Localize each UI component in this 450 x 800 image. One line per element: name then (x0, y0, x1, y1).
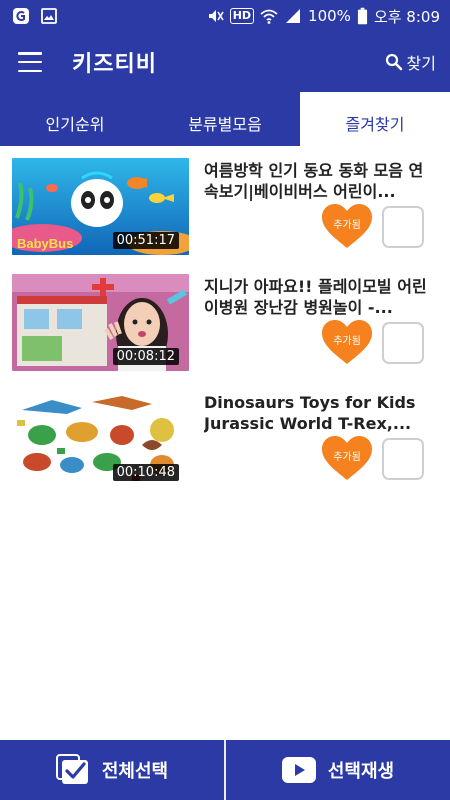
tab-categories[interactable]: 분류별모음 (150, 92, 300, 146)
video-thumbnail[interactable]: 00:08:12 (12, 274, 189, 371)
video-thumbnail[interactable]: BabyBus 00:51:17 (12, 158, 189, 255)
play-selected-label: 선택재생 (327, 761, 395, 782)
app-notification-icon (13, 8, 29, 24)
play-selected-button[interactable]: 선택재생 (226, 740, 450, 800)
video-list: BabyBus 00:51:17 여름방학 인기 동요 동화 모음 연속보기|베… (0, 146, 450, 494)
battery-percent: 100% (308, 7, 351, 25)
app-title: 키즈티비 (72, 52, 157, 77)
clock: 오후 8:09 (373, 7, 440, 26)
tab-bar: 인기순위 분류별모음 즐겨찾기 (0, 92, 450, 146)
favorite-label: 추가됨 (333, 336, 361, 347)
video-title[interactable]: 여름방학 인기 동요 동화 모음 연속보기|베이비버스 어린이... (204, 160, 430, 202)
select-checkbox[interactable] (382, 206, 424, 248)
status-left (0, 7, 58, 25)
favorite-label: 추가됨 (333, 452, 361, 463)
favorite-label: 추가됨 (333, 220, 361, 231)
video-duration: 00:51:17 (112, 232, 179, 249)
app-bar: 키즈티비 찾기 (0, 32, 450, 92)
select-all-button[interactable]: 전체선택 (0, 740, 224, 800)
search-icon (385, 53, 402, 71)
search-button[interactable]: 찾기 (385, 50, 436, 74)
video-item[interactable]: 00:10:48 Dinosaurs Toys for Kids Jurassi… (0, 378, 450, 494)
video-item[interactable]: 00:08:12 지니가 아파요!! 플레이모빌 어린이병원 장난감 병원놀이 … (0, 262, 450, 378)
tab-favorites[interactable]: 즐겨찾기 (300, 92, 450, 146)
babybus-logo: BabyBus (17, 236, 73, 251)
bottom-action-bar: 전체선택 선택재생 (0, 740, 450, 800)
video-duration: 00:08:12 (112, 348, 179, 365)
select-checkbox[interactable] (382, 438, 424, 480)
select-checkbox[interactable] (382, 322, 424, 364)
video-item[interactable]: BabyBus 00:51:17 여름방학 인기 동요 동화 모음 연속보기|베… (0, 146, 450, 262)
favorite-heart-button[interactable]: 추가됨 (322, 436, 372, 482)
screen: HD 100% 오후 8:09 키즈티비 찾기 인기순위 분류별모음 즐겨찾기 … (0, 0, 450, 800)
select-all-label: 전체선택 (101, 761, 169, 782)
video-title[interactable]: Dinosaurs Toys for Kids Jurassic World T… (204, 392, 430, 434)
video-title[interactable]: 지니가 아파요!! 플레이모빌 어린이병원 장난감 병원놀이 -... (204, 276, 430, 318)
favorite-heart-button[interactable]: 추가됨 (322, 320, 372, 366)
play-icon (281, 757, 316, 783)
bottom-divider (224, 740, 226, 800)
mute-icon (208, 10, 224, 22)
tab-popular[interactable]: 인기순위 (0, 92, 150, 146)
wifi-icon (260, 9, 278, 24)
hamburger-menu-icon[interactable] (18, 52, 42, 72)
status-bar: HD 100% 오후 8:09 (0, 0, 450, 32)
search-label: 찾기 (406, 54, 436, 73)
signal-icon (286, 9, 301, 23)
battery-icon (357, 7, 368, 25)
checkbox-checked-icon (55, 754, 88, 784)
image-icon (41, 8, 57, 24)
favorite-heart-button[interactable]: 추가됨 (322, 204, 372, 250)
video-duration: 00:10:48 (112, 464, 179, 481)
video-thumbnail[interactable]: 00:10:48 (12, 390, 189, 487)
hd-badge: HD (229, 8, 255, 24)
status-right: HD 100% 오후 8:09 (206, 6, 450, 27)
